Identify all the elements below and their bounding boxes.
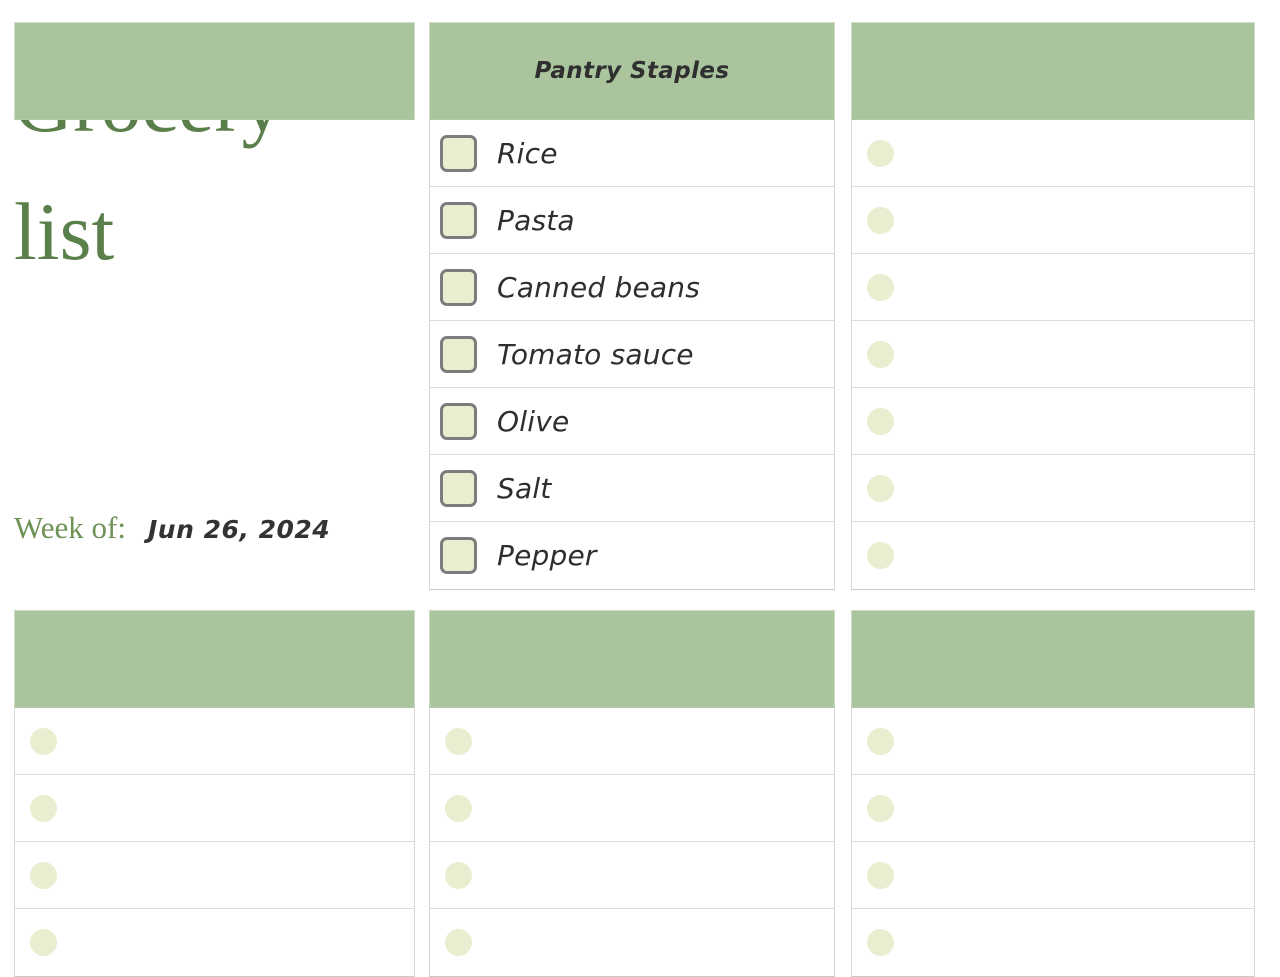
- bullet-dot-icon[interactable]: [867, 407, 894, 435]
- bullet-dot-icon[interactable]: [30, 727, 57, 755]
- list-item[interactable]: [430, 842, 834, 909]
- bullet-dot-icon[interactable]: [30, 861, 57, 889]
- list-item-label: Pepper: [497, 539, 597, 572]
- category-title-pantry-staples: Pantry Staples: [534, 58, 730, 84]
- category-table-bottom-left: [14, 610, 415, 977]
- list-item[interactable]: [852, 388, 1254, 455]
- bullet-dot-icon[interactable]: [867, 340, 894, 368]
- checkbox-icon[interactable]: [440, 537, 477, 574]
- list-item[interactable]: Pepper: [430, 522, 834, 589]
- list-item-label: Pasta: [497, 203, 575, 237]
- list-item[interactable]: [430, 708, 834, 775]
- bullet-dot-icon[interactable]: [867, 542, 894, 569]
- checkbox-icon[interactable]: [440, 469, 477, 507]
- bullet-dot-icon[interactable]: [867, 139, 894, 167]
- list-item-label: Salt: [497, 471, 552, 505]
- bullet-dot-icon[interactable]: [867, 727, 894, 755]
- category-header-bottom-right[interactable]: [851, 610, 1255, 708]
- bullet-dot-icon[interactable]: [445, 727, 472, 755]
- list-item[interactable]: [852, 522, 1254, 589]
- list-item[interactable]: [430, 909, 834, 976]
- checkbox-icon[interactable]: [440, 402, 477, 440]
- bullet-dot-icon[interactable]: [445, 794, 472, 822]
- list-item[interactable]: [15, 708, 414, 775]
- checkbox-icon[interactable]: [440, 201, 477, 239]
- category-table-bottom-right: [851, 610, 1255, 977]
- list-item-label: Tomato sauce: [497, 337, 694, 371]
- category-rows-bottom-middle: [429, 708, 835, 977]
- list-item[interactable]: Olive: [430, 388, 834, 455]
- bullet-dot-icon[interactable]: [867, 273, 894, 301]
- list-item[interactable]: [430, 775, 834, 842]
- bullet-dot-icon[interactable]: [867, 929, 894, 956]
- bullet-dot-icon[interactable]: [867, 206, 894, 234]
- list-item[interactable]: [852, 842, 1254, 909]
- week-of-row: Week of: Jun 26, 2024: [14, 512, 330, 543]
- list-item[interactable]: Rice: [430, 120, 834, 187]
- bullet-dot-icon[interactable]: [867, 794, 894, 822]
- list-item[interactable]: [852, 775, 1254, 842]
- list-item[interactable]: Pasta: [430, 187, 834, 254]
- checkbox-icon[interactable]: [440, 268, 477, 306]
- checkbox-icon[interactable]: [440, 134, 477, 172]
- bullet-dot-icon[interactable]: [867, 861, 894, 889]
- checkbox-icon[interactable]: [440, 335, 477, 373]
- list-item[interactable]: [852, 909, 1254, 976]
- bullet-dot-icon[interactable]: [867, 474, 894, 502]
- list-item[interactable]: Salt: [430, 455, 834, 522]
- list-item[interactable]: [15, 842, 414, 909]
- list-item-label: Canned beans: [497, 270, 700, 304]
- bullet-dot-icon[interactable]: [445, 929, 472, 956]
- category-table-top-left-empty: [14, 22, 415, 120]
- category-rows-pantry-staples: Rice Pasta Canned beans Tomato sauce Olive Sa…: [429, 120, 835, 590]
- bullet-dot-icon[interactable]: [30, 794, 57, 822]
- category-table-pantry-staples: Pantry Staples Rice Pasta Canned beans Tomat…: [429, 22, 835, 590]
- category-rows-bottom-right: [851, 708, 1255, 977]
- list-item[interactable]: [852, 321, 1254, 388]
- category-header-bottom-middle[interactable]: [429, 610, 835, 708]
- list-item[interactable]: [852, 708, 1254, 775]
- list-item[interactable]: Canned beans: [430, 254, 834, 321]
- category-rows-bottom-left: [14, 708, 415, 977]
- category-rows-top-right: [851, 120, 1255, 590]
- bullet-dot-icon[interactable]: [30, 929, 57, 956]
- category-table-bottom-middle: [429, 610, 835, 977]
- list-item[interactable]: [852, 455, 1254, 522]
- list-item[interactable]: [852, 254, 1254, 321]
- list-item-label: Olive: [497, 404, 570, 438]
- list-item[interactable]: [15, 909, 414, 976]
- list-item[interactable]: [852, 120, 1254, 187]
- category-header-top-left-empty[interactable]: [14, 22, 415, 120]
- category-header-bottom-left[interactable]: [14, 610, 415, 708]
- list-item[interactable]: [15, 775, 414, 842]
- list-item[interactable]: [852, 187, 1254, 254]
- week-of-value[interactable]: Jun 26, 2024: [148, 517, 330, 542]
- week-of-label: Week of:: [14, 510, 126, 545]
- category-header-pantry-staples[interactable]: Pantry Staples: [429, 22, 835, 120]
- list-item-label: Rice: [497, 136, 558, 170]
- bullet-dot-icon[interactable]: [445, 861, 472, 889]
- list-item[interactable]: Tomato sauce: [430, 321, 834, 388]
- category-header-top-right[interactable]: [851, 22, 1255, 120]
- category-table-top-right: [851, 22, 1255, 590]
